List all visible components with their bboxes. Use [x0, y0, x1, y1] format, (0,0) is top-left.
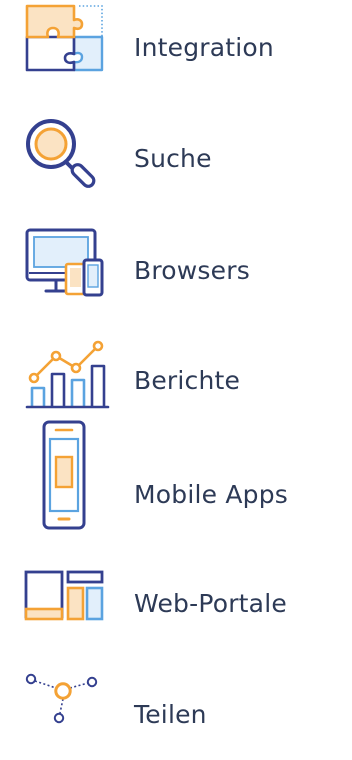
feature-item-mobile-apps: Mobile Apps: [0, 420, 352, 540]
smartphone-icon: [20, 420, 110, 540]
share-nodes-icon: [20, 660, 110, 760]
feature-item-suche: Suche: [0, 110, 352, 210]
feature-item-integration: Integration: [0, 0, 352, 100]
feature-label-suche: Suche: [134, 144, 212, 173]
magnifier-icon: [20, 110, 110, 210]
feature-item-browsers: Browsers: [0, 220, 352, 320]
feature-item-web-portale: Web-Portale: [0, 550, 352, 650]
feature-list: Integration Suche Browsers Berichte Mobi…: [0, 0, 352, 736]
feature-label-integration: Integration: [134, 33, 274, 62]
portal-layout-icon: [20, 550, 110, 650]
feature-label-web-portale: Web-Portale: [134, 589, 287, 618]
bar-chart-icon: [20, 330, 110, 430]
feature-item-teilen: Teilen: [0, 660, 352, 760]
feature-label-browsers: Browsers: [134, 256, 250, 285]
desktop-devices-icon: [20, 220, 110, 320]
feature-label-mobile-apps: Mobile Apps: [134, 480, 289, 509]
feature-label-teilen: Teilen: [134, 700, 207, 729]
feature-label-berichte: Berichte: [134, 366, 241, 395]
feature-item-berichte: Berichte: [0, 330, 352, 430]
puzzle-icon: [20, 0, 110, 100]
